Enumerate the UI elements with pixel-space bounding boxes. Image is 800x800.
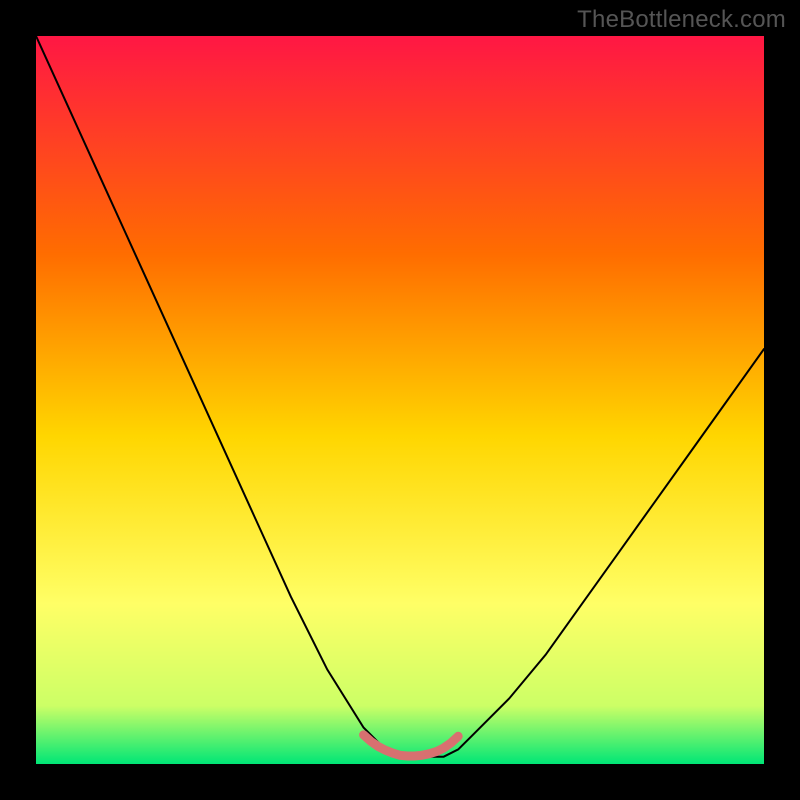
plot-svg bbox=[36, 36, 764, 764]
watermark-text: TheBottleneck.com bbox=[577, 6, 786, 34]
plot-area bbox=[36, 36, 764, 764]
gradient-background bbox=[36, 36, 764, 764]
frame: TheBottleneck.com bbox=[0, 0, 800, 800]
